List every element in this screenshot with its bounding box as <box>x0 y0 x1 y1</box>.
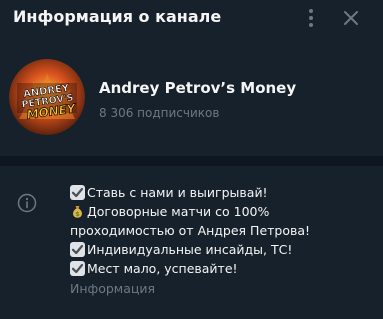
page-title: Информация о канале <box>13 7 222 26</box>
avatar[interactable]: ANDREY PETROV'S MONEY <box>9 59 85 135</box>
more-dot-icon <box>309 9 313 13</box>
channel-description[interactable]: Ставь с нами и выигрывай! $ Договорные м… <box>70 183 375 298</box>
subscriber-count: 8 306 подписчиков <box>99 106 220 120</box>
more-dot-icon <box>309 16 313 20</box>
description-line: Мест мало, успевайте! <box>70 259 375 278</box>
more-options-button[interactable] <box>304 8 318 28</box>
channel-profile: ANDREY PETROV'S MONEY Andrey Petrov’s Mo… <box>0 36 383 156</box>
description-line: проходимостью от Андрея Петрова! <box>70 223 311 238</box>
header: Информация о канале <box>0 0 383 36</box>
channel-logo-icon: ANDREY PETROV'S MONEY <box>9 59 85 135</box>
more-dot-icon <box>309 23 313 27</box>
close-icon <box>344 11 358 25</box>
svg-text:$: $ <box>75 210 80 218</box>
section-divider <box>0 156 383 166</box>
close-button[interactable] <box>342 9 360 27</box>
info-label: Информация <box>70 281 156 296</box>
check-mark-icon <box>70 185 85 200</box>
info-section: Ставь с нами и выигрывай! $ Договорные м… <box>0 166 383 319</box>
description-line: $ Договорные матчи со 100% <box>70 202 375 221</box>
channel-name: Andrey Petrov’s Money <box>99 79 297 97</box>
money-bag-icon: $ <box>70 204 85 219</box>
info-icon <box>17 193 37 213</box>
check-mark-icon <box>70 261 85 276</box>
description-line: Индивидуальные инсайды, ТС! <box>70 240 375 259</box>
description-line: Ставь с нами и выигрывай! <box>70 183 375 202</box>
check-mark-icon <box>70 242 85 257</box>
